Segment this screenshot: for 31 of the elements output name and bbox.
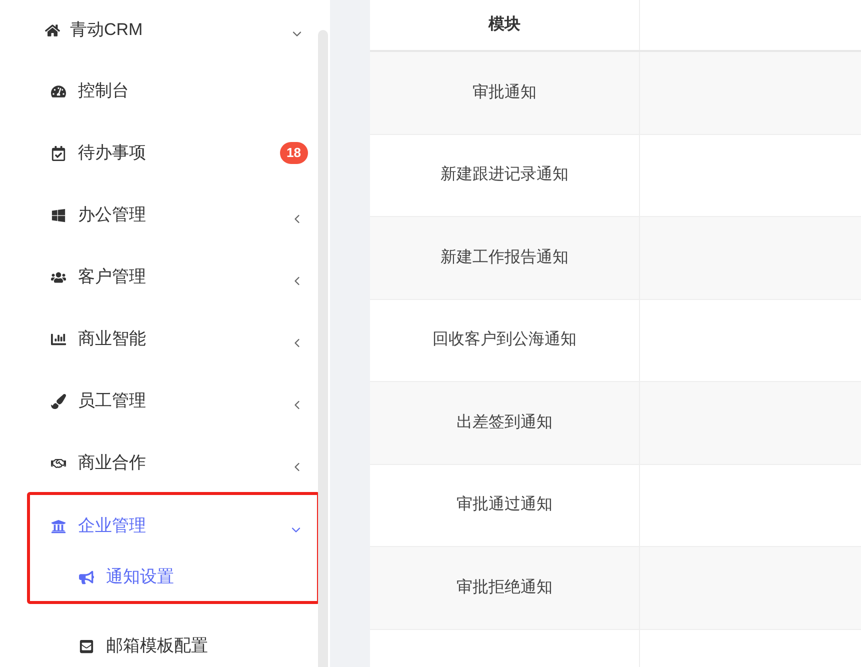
count-badge: 18 (280, 142, 308, 164)
sidebar-item[interactable]: 商业合作 (0, 432, 318, 494)
sidebar-item[interactable]: 客户管理 (0, 246, 318, 308)
sidebar-item[interactable]: 青动CRM (0, 0, 318, 60)
sidebar-item[interactable]: 商业智能 (0, 308, 318, 370)
bar-chart-icon (50, 332, 66, 346)
table-cell-text: 新建工作报告通知 (440, 248, 568, 268)
table-cell-text: 审批通知 (472, 82, 536, 103)
brush-icon (50, 394, 66, 408)
sidebar-item[interactable]: 员工管理 (0, 370, 318, 432)
sidebar-item[interactable]: 企业管理 (0, 495, 317, 557)
envelope-icon (78, 638, 94, 654)
bank-icon (50, 518, 66, 534)
table-cell-text: 出差签到通知 (456, 412, 552, 433)
scrollbar[interactable] (318, 30, 328, 667)
sidebar-item[interactable]: 待办事项 18 (0, 122, 318, 184)
users-icon (50, 270, 66, 284)
megaphone-icon (78, 570, 94, 584)
sidebar-item[interactable]: 通知设置 (0, 557, 317, 601)
table-cell-text: 审批通过通知 (456, 494, 552, 516)
sidebar-item[interactable]: 邮箱模板配置 (0, 604, 318, 666)
windows-grid-icon (50, 208, 66, 222)
sidebar-item[interactable]: 控制台 (0, 60, 318, 122)
calendar-icon (50, 146, 66, 160)
column-header: 模块 (370, 0, 640, 50)
table-cell-text: 新建跟进记录通知 (440, 164, 568, 186)
table-cell-text: 审批拒绝通知 (456, 578, 552, 598)
sidebar-item[interactable]: 办公管理 (0, 184, 318, 246)
table-cell-text: 回收客户到公海通知 (432, 330, 576, 350)
dashboard-icon (50, 84, 66, 98)
home-icon (45, 22, 60, 38)
